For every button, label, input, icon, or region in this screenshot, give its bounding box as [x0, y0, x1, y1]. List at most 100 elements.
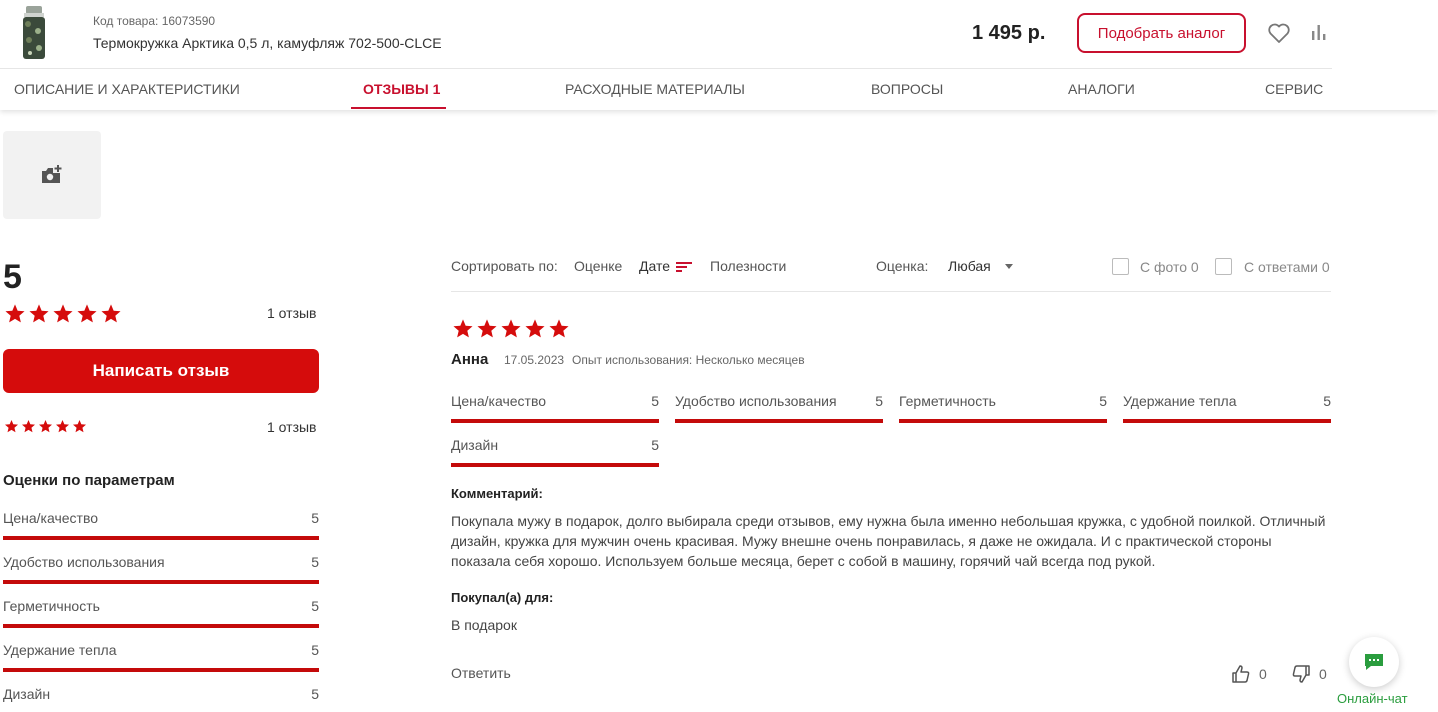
sort-descending-icon[interactable]: [676, 261, 692, 273]
param-row: Удобство использования 5: [675, 393, 883, 423]
bar-chart-icon[interactable]: [1310, 23, 1328, 41]
comment-heading: Комментарий:: [451, 486, 543, 501]
dislikes-count: 0: [1319, 666, 1327, 682]
sort-by-rating[interactable]: Оценке: [574, 258, 622, 274]
sort-by-date[interactable]: Дате: [639, 258, 670, 274]
tab-reviews[interactable]: ОТЗЫВЫ 1: [363, 81, 440, 97]
param-name: Цена/качество: [3, 510, 99, 526]
online-chat-label[interactable]: Онлайн-чат: [1337, 691, 1408, 706]
param-row: Герметичность 5: [3, 598, 319, 628]
tab-consumables[interactable]: РАСХОДНЫЕ МАТЕРИАЛЫ: [565, 81, 745, 97]
chevron-down-icon[interactable]: [1005, 264, 1013, 269]
param-name: Удобство использования: [3, 554, 165, 570]
param-row: Герметичность 5: [899, 393, 1107, 423]
param-row: Дизайн 5: [451, 437, 659, 467]
param-value: 5: [651, 437, 659, 453]
product-code: Код товара: 16073590: [93, 14, 216, 28]
rating-filter-select[interactable]: Любая: [948, 258, 991, 274]
param-value: 5: [311, 686, 319, 702]
param-bar-fill: [675, 419, 883, 423]
param-row: Цена/качество 5: [3, 510, 319, 540]
star-icon: [101, 304, 121, 323]
rating-filter-label: Оценка:: [876, 258, 929, 274]
review-stars: [452, 318, 570, 340]
star-icon: [525, 319, 545, 338]
param-bar: [451, 463, 659, 467]
star-icon: [77, 304, 97, 323]
param-row: Удержание тепла 5: [3, 642, 319, 672]
param-bar: [1123, 419, 1331, 423]
with-photo-checkbox[interactable]: [1112, 258, 1129, 275]
param-bar-fill: [451, 463, 659, 467]
param-name: Герметичность: [899, 393, 996, 409]
add-photo-button[interactable]: [3, 131, 101, 219]
thumbs-up-icon[interactable]: [1231, 664, 1251, 684]
bought-for-value: В подарок: [451, 617, 517, 633]
sort-by-helpfulness[interactable]: Полезности: [710, 258, 786, 274]
active-tab-indicator: [351, 107, 446, 109]
product-name: Термокружка Арктика 0,5 л, камуфляж 702-…: [93, 35, 442, 51]
heart-icon[interactable]: [1267, 22, 1291, 44]
param-bar-fill: [1123, 419, 1331, 423]
param-value: 5: [311, 510, 319, 526]
toolbar-divider: [451, 291, 1331, 292]
param-value: 5: [311, 554, 319, 570]
review-author: Анна: [451, 351, 489, 368]
reviews-count: 1 отзыв: [267, 305, 317, 321]
param-bar: [3, 668, 319, 672]
param-row: Дизайн 5: [3, 686, 319, 712]
write-review-button[interactable]: Написать отзыв: [3, 349, 319, 393]
param-row: Удобство использования 5: [3, 554, 319, 584]
param-name: Цена/качество: [451, 393, 547, 409]
review-experience: Опыт использования: Несколько месяцев: [572, 353, 805, 367]
tab-description[interactable]: ОПИСАНИЕ И ХАРАКТЕРИСТИКИ: [14, 81, 240, 97]
thumbs-down-icon[interactable]: [1291, 664, 1311, 684]
param-bar: [675, 419, 883, 423]
star-icon: [39, 419, 52, 433]
param-bar-fill: [3, 580, 319, 584]
star-icon: [56, 419, 69, 433]
tab-service[interactable]: СЕРВИС: [1265, 81, 1323, 97]
param-name: Дизайн: [3, 686, 51, 702]
star-icon: [477, 319, 497, 338]
star-icon: [73, 419, 86, 433]
param-name: Удобство использования: [675, 393, 837, 409]
param-row: Удержание тепла 5: [1123, 393, 1331, 423]
param-bar-fill: [3, 536, 319, 540]
star-icon: [5, 304, 25, 323]
param-row: Цена/качество 5: [451, 393, 659, 423]
star-icon: [501, 319, 521, 338]
product-thumbnail[interactable]: [14, 4, 54, 62]
param-name: Дизайн: [451, 437, 499, 453]
rating-breakdown-stars[interactable]: [4, 419, 87, 434]
product-tabs: ОПИСАНИЕ И ХАРАКТЕРИСТИКИ ОТЗЫВЫ 1 РАСХО…: [0, 69, 1338, 109]
param-bar: [3, 536, 319, 540]
with-photo-label[interactable]: С фото 0: [1140, 259, 1199, 275]
rating-breakdown-count: 1 отзыв: [267, 419, 317, 435]
tab-analogs[interactable]: АНАЛОГИ: [1068, 81, 1135, 97]
star-icon: [5, 419, 18, 433]
param-name: Герметичность: [3, 598, 100, 614]
with-answers-label[interactable]: С ответами 0: [1244, 259, 1330, 275]
with-answers-checkbox[interactable]: [1215, 258, 1232, 275]
param-value: 5: [651, 393, 659, 409]
sort-label: Сортировать по:: [451, 258, 558, 274]
param-value: 5: [311, 598, 319, 614]
chat-bubble-icon: [1365, 654, 1383, 670]
param-bar-fill: [451, 419, 659, 423]
sticky-product-header: Код товара: 16073590 Термокружка Арктика…: [0, 0, 1438, 110]
param-value: 5: [1323, 393, 1331, 409]
find-analog-button[interactable]: Подобрать аналог: [1077, 13, 1246, 53]
average-stars: [4, 303, 122, 325]
param-bar: [451, 419, 659, 423]
param-value: 5: [875, 393, 883, 409]
camera-add-icon: [42, 165, 62, 183]
param-name: Удержание тепла: [3, 642, 117, 658]
star-icon: [53, 304, 73, 323]
tab-questions[interactable]: ВОПРОСЫ: [871, 81, 943, 97]
reply-link[interactable]: Ответить: [451, 665, 511, 681]
param-bar: [3, 580, 319, 584]
bought-for-heading: Покупал(а) для:: [451, 590, 554, 605]
star-icon: [453, 319, 473, 338]
online-chat-button[interactable]: [1349, 637, 1399, 687]
